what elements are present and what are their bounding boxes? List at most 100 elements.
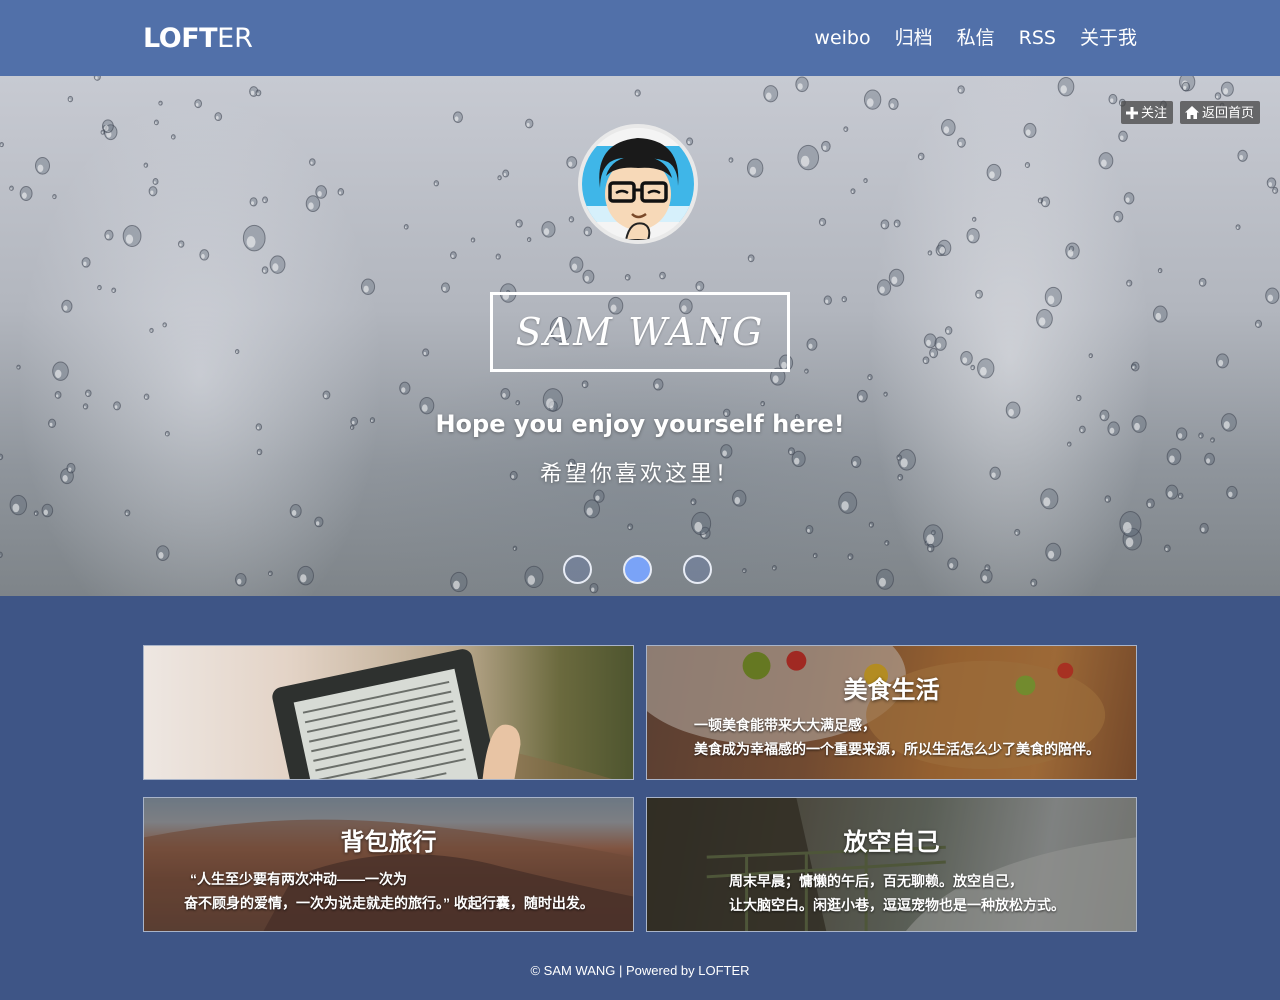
raindrop [1210, 437, 1215, 443]
nav-link-weibo[interactable]: weibo [814, 26, 870, 50]
raindrop [1040, 488, 1059, 510]
category-card-reading[interactable] [143, 645, 634, 780]
raindrop [1065, 242, 1080, 260]
logo-thin-text: ER [217, 23, 253, 54]
avatar[interactable] [578, 124, 698, 244]
raindrop [422, 348, 430, 357]
category-card-travel[interactable]: 背包旅行 “人生至少要有两次冲动——一次为 奋不顾身的爱情，一次为说走就走的旅行… [143, 797, 634, 932]
raindrop [804, 368, 809, 374]
raindrop [812, 552, 818, 559]
raindrop [634, 89, 641, 97]
raindrop [0, 551, 3, 558]
raindrop [1023, 122, 1037, 138]
category-card-relax[interactable]: 放空自己 周末早晨；慵懒的午后，百无聊赖。放空自己， 让大脑空白。闲逛小巷，逗逗… [646, 797, 1137, 932]
follow-button[interactable]: 关注 [1120, 101, 1173, 124]
raindrop [883, 391, 888, 397]
raindrop [787, 447, 796, 456]
raindrop [876, 279, 892, 296]
card-title: 背包旅行 [340, 829, 437, 856]
card-desc-line-2: 奋不顾身的爱情，一次为说走就走的旅行。” 收起行囊，随时出发。 [184, 895, 594, 911]
raindrop [1220, 81, 1234, 97]
raindrop [1104, 495, 1112, 503]
nav-link-rss[interactable]: RSS [1019, 26, 1056, 50]
carousel-dot-2[interactable] [623, 555, 652, 584]
raindrop [541, 221, 556, 238]
raindrop [795, 76, 809, 93]
nav-link-archive[interactable]: 归档 [895, 26, 933, 50]
plus-icon [1125, 106, 1138, 119]
raindrop [929, 347, 939, 359]
blog-name-box: SAM WANG [490, 292, 790, 372]
raindrop [111, 287, 117, 294]
raindrop [450, 571, 468, 593]
raindrop [1037, 197, 1044, 204]
raindrop [1118, 130, 1128, 142]
raindrop [880, 219, 890, 230]
raindrop [33, 510, 39, 516]
raindrop [177, 240, 185, 248]
hero-actions: 关注 返回首页 [1120, 101, 1260, 124]
raindrop [742, 567, 747, 574]
raindrop [143, 393, 150, 400]
raindrop [937, 239, 952, 257]
carousel-dot-1[interactable] [563, 555, 592, 584]
nav-link-about[interactable]: 关于我 [1080, 26, 1137, 50]
raindrop [821, 140, 831, 152]
raindrop [686, 137, 694, 146]
raindrop [1198, 277, 1207, 287]
card-desc-line-1: “人生至少要有两次冲动——一次为 [190, 871, 407, 887]
raindrop [695, 281, 705, 292]
raindrop [966, 227, 980, 244]
raindrop [19, 185, 33, 201]
raindrop [54, 390, 62, 399]
carousel-dot-3[interactable] [683, 555, 712, 584]
raindrop [569, 256, 584, 273]
raindrop [1235, 224, 1241, 231]
raindrop [927, 250, 933, 256]
raindrop [875, 568, 894, 590]
raindrop [1014, 528, 1021, 536]
raindrop [728, 157, 734, 163]
top-navbar: LOFTER weibo 归档 私信 RSS 关于我 [0, 0, 1280, 76]
raindrop [583, 499, 601, 519]
raindrop [261, 266, 269, 274]
raindrop [256, 448, 263, 456]
lofter-logo[interactable]: LOFTER [143, 24, 253, 54]
category-card-food[interactable]: 美食生活 一顿美食能带来大大满足感， 美食成为幸福感的一个重要来源，所以生活怎么… [646, 645, 1137, 780]
raindrop [627, 523, 634, 531]
raindrop [1123, 192, 1135, 205]
raindrop [399, 381, 411, 395]
raindrop [153, 119, 159, 126]
raindrop [1265, 287, 1280, 304]
raindrop [289, 504, 302, 518]
raindrop [495, 253, 501, 260]
raindrop [170, 134, 176, 140]
back-home-button[interactable]: 返回首页 [1179, 101, 1260, 124]
raindrop [1177, 492, 1184, 500]
raindrop [262, 196, 269, 204]
raindrop [888, 268, 905, 287]
raindrop [440, 282, 450, 293]
raindrop [525, 118, 534, 129]
raindrop [322, 390, 331, 400]
raindrop [893, 219, 901, 228]
raindrop [515, 219, 523, 228]
raindrop [124, 509, 131, 517]
raindrop [884, 539, 890, 546]
raindrop [512, 545, 518, 551]
raindrop [52, 193, 57, 200]
raindrop [843, 126, 849, 132]
raindrop [624, 273, 631, 281]
raindrop [1044, 286, 1062, 307]
raindrop [732, 489, 747, 507]
tagline-cn: 希望你喜欢这里！ [539, 461, 740, 486]
raindrop [152, 178, 159, 185]
raindrop [268, 570, 273, 577]
raindrop [61, 299, 73, 313]
raindrop [589, 582, 599, 594]
raindrop [199, 249, 210, 261]
nav-link-message[interactable]: 私信 [957, 26, 995, 50]
raindrop [526, 237, 532, 243]
raindrop [122, 225, 142, 247]
raindrop [82, 403, 89, 410]
